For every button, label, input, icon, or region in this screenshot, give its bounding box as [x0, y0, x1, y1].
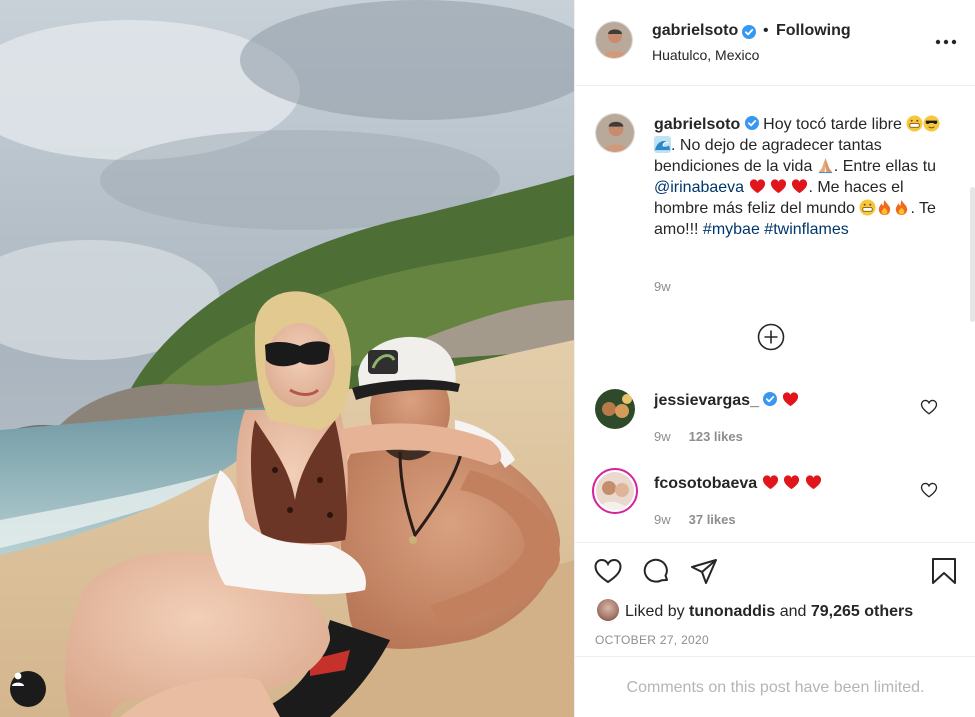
post-header: gabrielsoto • Following Huatulco, Mexico	[575, 0, 975, 86]
comment-likes-count[interactable]: 123 likes	[689, 429, 743, 444]
caption-username[interactable]: gabrielsoto	[654, 116, 740, 133]
commenter-avatar[interactable]	[595, 389, 635, 429]
wave-emoji-icon	[654, 136, 671, 153]
comment-meta: 9w 37 likes	[654, 512, 736, 527]
comment-text: jessievargas_	[654, 391, 799, 410]
caption-timestamp[interactable]: 9w	[654, 279, 671, 294]
comment-text: fcosotobaeva	[654, 474, 822, 493]
post-actions: Liked by tunonaddis and 79,265 others OC…	[575, 542, 975, 656]
hashtag-twinflames[interactable]: #twinflames	[764, 221, 848, 238]
like-comment-heart-icon[interactable]	[920, 398, 938, 416]
red-heart-emoji-icon	[782, 392, 798, 407]
comments-limited-notice: Comments on this post have been limited.	[575, 656, 975, 717]
red-heart-emoji-icon	[749, 179, 765, 194]
red-heart-emoji-icon	[783, 475, 800, 490]
verified-badge-icon	[763, 392, 778, 406]
bookmark-icon[interactable]	[929, 556, 959, 586]
caption-author-avatar[interactable]	[595, 113, 635, 153]
author-username[interactable]: gabrielsoto	[652, 22, 738, 40]
comment-timestamp[interactable]: 9w	[654, 512, 671, 527]
verified-badge-icon	[742, 25, 756, 39]
post-date[interactable]: OCTOBER 27, 2020	[595, 633, 709, 647]
grinning-emoji-icon	[906, 115, 923, 132]
beach-photo-illustration	[0, 0, 574, 717]
likes-prefix: Liked by	[625, 603, 685, 620]
likes-connector: and	[779, 603, 807, 620]
fire-emoji-icon	[896, 199, 908, 216]
comment-timestamp[interactable]: 9w	[654, 429, 671, 444]
plus-circle-icon[interactable]	[757, 323, 785, 351]
comment-meta: 9w 123 likes	[654, 429, 743, 444]
caption-mention[interactable]: @irinabaeva	[654, 179, 744, 196]
author-avatar[interactable]	[595, 21, 633, 59]
like-comment-heart-icon[interactable]	[920, 481, 938, 499]
comments-scrollbar[interactable]	[970, 187, 975, 322]
commenter-username[interactable]: fcosotobaeva	[654, 475, 757, 492]
post-photo[interactable]	[0, 0, 574, 717]
sunglasses-emoji-icon	[923, 115, 940, 132]
commenter-username[interactable]: jessievargas_	[654, 392, 759, 409]
comments-section[interactable]: gabrielsoto Hoy tocó tarde libre . No de…	[575, 87, 975, 542]
comment-likes-count[interactable]: 37 likes	[689, 512, 736, 527]
liker-username[interactable]: tunonaddis	[689, 603, 775, 620]
fire-emoji-icon	[879, 199, 891, 216]
verified-badge-icon	[744, 116, 759, 130]
likes-others-count[interactable]: 79,265 others	[811, 603, 913, 620]
comment-icon[interactable]	[641, 556, 671, 586]
caption-part-3: . Entre ellas tu	[833, 158, 937, 175]
praying-hands-emoji-icon	[818, 157, 832, 174]
paper-plane-icon[interactable]	[689, 556, 719, 586]
red-heart-emoji-icon	[792, 179, 808, 194]
tagged-users-button[interactable]	[10, 671, 46, 707]
liker-avatar[interactable]	[597, 599, 619, 621]
caption-text: gabrielsoto Hoy tocó tarde libre . No de…	[654, 114, 944, 240]
red-heart-emoji-icon	[762, 475, 778, 490]
commenter-avatar-story-ring[interactable]	[592, 468, 638, 514]
post-details-panel: gabrielsoto • Following Huatulco, Mexico	[574, 0, 975, 717]
likes-summary: Liked by tunonaddis and 79,265 others	[597, 599, 913, 621]
separator-dot: •	[763, 22, 769, 39]
grinning-emoji-icon	[859, 199, 876, 216]
more-options-icon[interactable]	[931, 30, 961, 50]
heart-icon[interactable]	[593, 556, 623, 586]
red-heart-emoji-icon	[805, 475, 821, 490]
hashtag-mybae[interactable]: #mybae	[703, 221, 760, 238]
caption-part-1: Hoy tocó tarde libre	[763, 116, 902, 133]
following-button[interactable]: Following	[776, 22, 851, 40]
post-location[interactable]: Huatulco, Mexico	[652, 47, 759, 63]
red-heart-emoji-icon	[770, 179, 787, 194]
user-icon	[12, 672, 24, 686]
